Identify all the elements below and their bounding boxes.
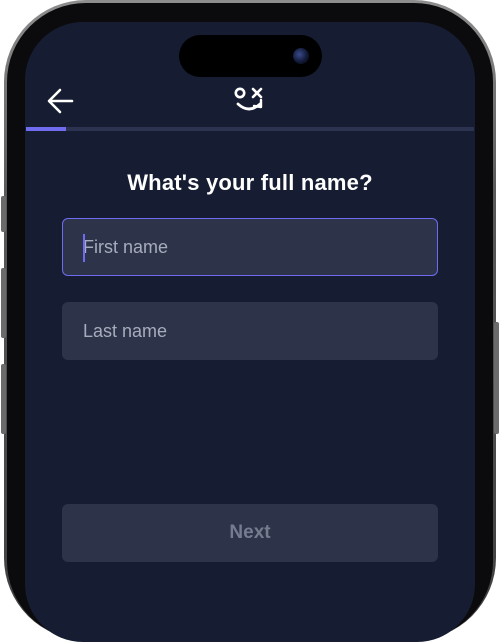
progress-bar-fill	[26, 127, 67, 131]
front-camera-icon	[293, 48, 309, 64]
first-name-field[interactable]	[62, 218, 438, 276]
volume-up-button	[1, 268, 6, 338]
page-title: What's your full name?	[127, 170, 373, 195]
arrow-left-icon	[47, 88, 74, 114]
next-button[interactable]: Next	[62, 504, 438, 562]
text-cursor	[83, 234, 85, 262]
dynamic-island	[179, 35, 322, 77]
back-button[interactable]	[44, 84, 78, 118]
power-button	[494, 322, 499, 434]
last-name-input[interactable]	[83, 303, 423, 359]
first-name-input[interactable]	[83, 219, 423, 275]
progress-bar	[26, 127, 474, 131]
action-button	[1, 196, 6, 232]
volume-down-button	[1, 364, 6, 434]
last-name-field[interactable]	[62, 302, 438, 360]
smiley-logo-icon	[230, 84, 270, 120]
